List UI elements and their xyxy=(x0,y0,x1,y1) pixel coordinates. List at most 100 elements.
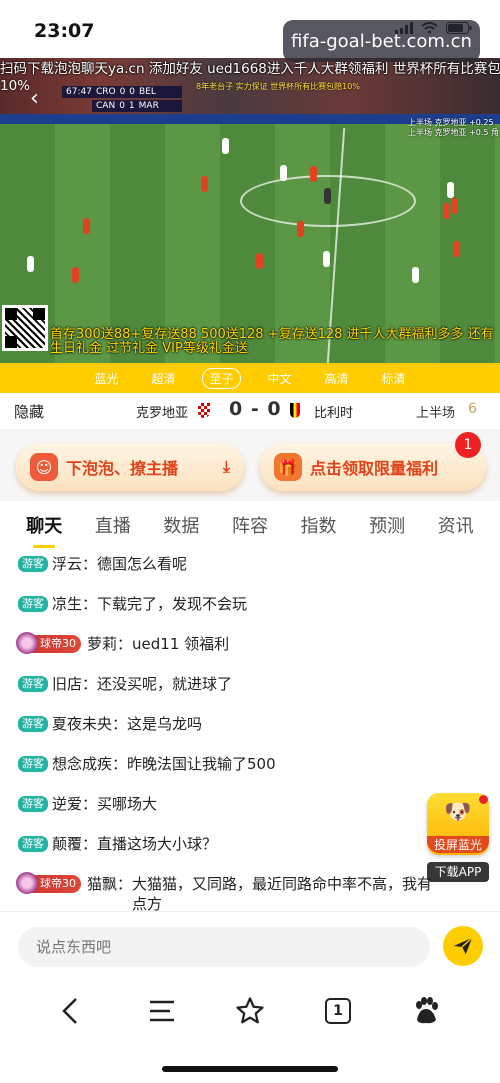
vip-tag: 球帝30 xyxy=(16,632,81,654)
watermark: fifa-goal-bet.com.cn xyxy=(283,20,480,62)
player xyxy=(297,221,304,237)
player xyxy=(323,251,330,267)
chat-text: 昨晚法国让我输了500 xyxy=(127,755,276,773)
player xyxy=(412,267,419,283)
chat-nickname[interactable]: 萝莉： xyxy=(87,634,132,654)
chat-nickname[interactable]: 夏夜未央： xyxy=(52,714,127,734)
scorebug-home2-score: 0 xyxy=(119,101,125,111)
marquee-text-2: 10% xyxy=(0,78,31,94)
chat-nickname[interactable]: 凉生： xyxy=(52,594,97,614)
scorebug-home-score: 0 xyxy=(119,87,126,97)
overlay-odds-2: 上半场 克罗地亚 +0.5 角 xyxy=(408,128,500,137)
match-clock: 67:47 xyxy=(66,87,92,97)
chat-nickname[interactable]: 逆爱： xyxy=(52,794,97,814)
menu-icon xyxy=(150,1000,174,1022)
qr-code xyxy=(2,305,48,351)
send-button[interactable] xyxy=(443,926,483,966)
hide-button[interactable]: 隐藏 xyxy=(14,401,44,422)
tab-chat[interactable]: 聊天 xyxy=(26,512,62,548)
player xyxy=(453,241,460,257)
player xyxy=(310,166,317,182)
favorite-button[interactable] xyxy=(228,989,272,1033)
overlay-promo-yellow: 8年老台子 实力保证 世界杯所有比赛包赔10% xyxy=(196,82,360,91)
tab-news[interactable]: 资讯 xyxy=(438,512,474,538)
back-button[interactable] xyxy=(48,989,92,1033)
chat-message: 游客 浮云： 德国怎么看呢 xyxy=(18,554,478,574)
chat-nickname[interactable]: 旧店： xyxy=(52,674,97,694)
chat-text: 这是乌龙吗 xyxy=(127,715,203,733)
croatia-flag-icon xyxy=(198,403,210,418)
player xyxy=(443,203,450,219)
quality-option[interactable]: 超清 xyxy=(145,369,181,388)
chat-input-bar xyxy=(0,911,500,973)
guest-tag: 游客 xyxy=(18,836,48,852)
video-promo-text: 首存300送88+复存送88 500送128 +复存送128 进千人大群福利多多… xyxy=(50,327,494,356)
chat-text: 大猫猫，又同路，最近同路命中率不高，我有点方 xyxy=(132,875,433,911)
download-app-button[interactable]: 下载APP xyxy=(427,862,489,882)
scorebug: 67:47 CRO 0 0 BEL CAN 0 1 MAR xyxy=(62,86,182,114)
chat-text: 还没买呢，就进球了 xyxy=(97,675,233,693)
tab-odds[interactable]: 指数 xyxy=(301,512,337,538)
chat-bubble-icon: ☺ xyxy=(30,453,58,481)
quality-option[interactable]: 标清 xyxy=(376,369,412,388)
chat-message: 游客 旧店： 还没买呢，就进球了 xyxy=(18,674,478,694)
claim-gift-button[interactable]: 🎁 点击领取限量福利 xyxy=(260,443,486,491)
claim-gift-label: 点击领取限量福利 xyxy=(310,459,439,478)
tab-live[interactable]: 直播 xyxy=(95,512,131,538)
match-score: 0 - 0 xyxy=(229,398,282,420)
menu-button[interactable] xyxy=(140,989,184,1033)
chat-list[interactable]: 游客 浮云： 德国怎么看呢 游客 凉生： 下载完了，发现不会玩 球帝30 萝莉：… xyxy=(0,549,500,911)
download-icon: ⤓ xyxy=(222,457,230,476)
vip-tag: 球帝30 xyxy=(16,872,81,894)
home-indicator xyxy=(162,1066,338,1072)
player xyxy=(27,256,34,272)
scorebug-away2-score: 1 xyxy=(128,101,135,111)
scorebug-away: BEL xyxy=(139,87,156,97)
send-icon xyxy=(453,937,473,955)
baidu-button[interactable] xyxy=(404,989,448,1033)
paw-icon xyxy=(416,997,438,1024)
home-team: 克罗地亚 xyxy=(136,406,189,421)
promo-area: ☺ 下泡泡、撩主播 ⤓ 🎁 点击领取限量福利 xyxy=(0,429,500,501)
player xyxy=(447,182,454,198)
tabs-button[interactable]: 1 xyxy=(316,989,360,1033)
player xyxy=(451,198,458,214)
notification-badge: 1 xyxy=(455,432,481,458)
chat-nickname[interactable]: 想念成疾： xyxy=(52,754,127,774)
chat-nickname[interactable]: 浮云： xyxy=(52,554,97,574)
scorebug-away-score: 0 xyxy=(129,87,136,97)
scorebug-home2: CAN xyxy=(96,101,116,111)
chat-text: 买哪场大 xyxy=(97,795,158,813)
chat-text: 下载完了，发现不会玩 xyxy=(97,595,248,613)
chat-input[interactable] xyxy=(18,927,430,967)
overlay-odds-1: 上半场 克罗地亚 +0.25 xyxy=(408,118,494,127)
referee xyxy=(324,188,331,204)
chat-nickname[interactable]: 颠覆： xyxy=(52,834,97,854)
guest-tag: 游客 xyxy=(18,756,48,772)
guest-tag: 游客 xyxy=(18,716,48,732)
player xyxy=(201,176,208,192)
tab-prediction[interactable]: 预测 xyxy=(369,512,405,538)
tab-data[interactable]: 数据 xyxy=(163,512,199,538)
quality-option[interactable]: 中文 xyxy=(262,369,298,388)
quality-option[interactable]: 高清 xyxy=(319,369,355,388)
player xyxy=(83,218,90,234)
video-player[interactable]: 扫码下载泡泡聊天ya.cn 添加好友 ued1668进入千人大群领福利 世界杯所… xyxy=(0,58,500,363)
period-count: 6 xyxy=(468,401,477,417)
chat-nickname[interactable]: 猫飘： xyxy=(87,874,132,911)
guest-tag: 游客 xyxy=(18,556,48,572)
scorebug-home: CRO xyxy=(95,87,116,97)
quality-option[interactable]: 蓝光 xyxy=(88,369,124,388)
belgium-flag-icon xyxy=(290,403,300,418)
chat-text: 直播这场大小球？ xyxy=(97,835,218,853)
chat-message: 游客 凉生： 下载完了，发现不会玩 xyxy=(18,594,478,614)
chat-message: 游客 夏夜未央： 这是乌龙吗 xyxy=(18,714,478,734)
player xyxy=(222,138,229,154)
scorebug-away2: MAR xyxy=(138,101,159,111)
quality-option-selected[interactable]: 至子 xyxy=(202,367,241,389)
tab-lineup[interactable]: 阵容 xyxy=(232,512,268,538)
back-arrow-icon[interactable]: ‹ xyxy=(30,86,39,111)
chat-text: ued11 领福利 xyxy=(132,635,230,653)
star-icon xyxy=(236,997,264,1024)
download-bubble-button[interactable]: ☺ 下泡泡、撩主播 ⤓ xyxy=(16,443,244,491)
